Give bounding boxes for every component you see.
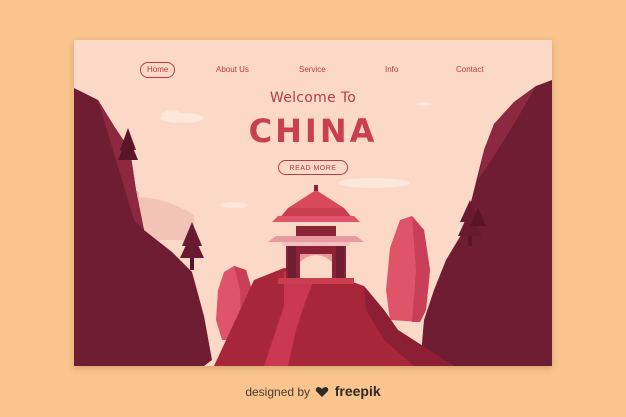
freepik-logo-icon — [316, 386, 329, 397]
attribution-prefix: designed by — [245, 385, 311, 399]
nav-item-info[interactable]: Info — [385, 62, 398, 78]
china-landscape-illustration — [74, 80, 552, 366]
nav-item-home[interactable]: Home — [140, 62, 176, 78]
read-more-button[interactable]: READ MORE — [278, 160, 348, 175]
hero-subtitle: Welcome To — [269, 90, 357, 106]
nav-item-service[interactable]: Service — [299, 62, 326, 78]
nav-item-contact[interactable]: Contact — [456, 62, 484, 78]
top-navigation: Home About Us Service Info Contact — [74, 62, 552, 82]
landing-page-card: Home About Us Service Info Contact Welco… — [74, 40, 552, 366]
nav-item-about-us[interactable]: About Us — [216, 62, 249, 78]
hero-title: CHINA — [248, 112, 378, 150]
attribution-footer: designed by freepik — [0, 383, 626, 400]
attribution-brand[interactable]: freepik — [335, 383, 381, 399]
